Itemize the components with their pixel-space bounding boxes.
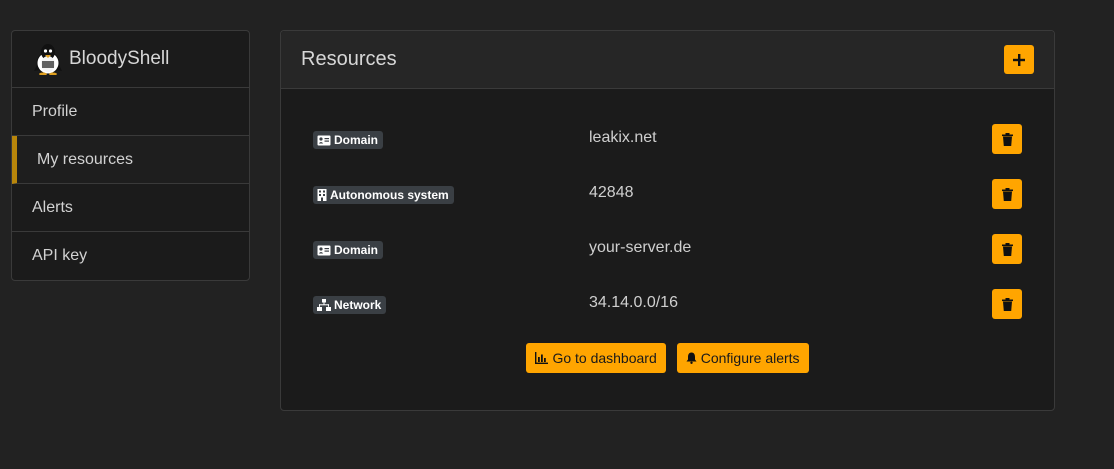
building-icon [317,189,327,201]
resource-row: Domain your-server.de [281,229,1054,269]
sidebar-item-api-key[interactable]: API key [12,232,249,280]
trash-icon [1001,187,1013,201]
trash-icon [1001,242,1013,256]
id-card-icon [317,245,331,255]
configure-alerts-button[interactable]: Configure alerts [676,343,809,373]
sidebar: BloodyShell Profile My resources Alerts … [11,30,250,281]
page-title: Resources [301,48,397,70]
resource-row: Network 34.14.0.0/16 [281,284,1054,324]
resources-card: Resources Domain leakix.net Autonomous s… [280,30,1055,411]
delete-resource-button[interactable] [992,179,1022,209]
go-to-dashboard-label: Go to dashboard [552,350,657,366]
id-card-icon [317,135,331,145]
resource-row: Domain leakix.net [281,119,1054,159]
resource-actions: Go to dashboard Configure alerts [281,343,1054,373]
configure-alerts-label: Configure alerts [700,350,800,366]
resource-type-label: Autonomous system [330,188,449,202]
add-resource-button[interactable] [1004,45,1034,74]
profile-header: BloodyShell [12,31,249,88]
resource-row: Autonomous system 42848 [281,174,1054,214]
resource-type-label: Network [334,298,382,312]
sidebar-item-my-resources[interactable]: My resources [12,136,249,184]
resource-type-label: Domain [334,243,379,257]
resources-header: Resources [281,31,1054,89]
resource-value: 42848 [589,184,634,201]
username: BloodyShell [69,48,170,69]
trash-icon [1001,132,1013,146]
resource-value: 34.14.0.0/16 [589,294,678,311]
resource-value: leakix.net [589,129,657,146]
resource-value: your-server.de [589,239,692,256]
resource-type-badge: Domain [313,241,384,259]
resource-type-badge: Autonomous system [313,186,454,204]
resource-type-label: Domain [334,133,379,147]
resource-type-badge: Network [313,296,387,314]
delete-resource-button[interactable] [992,234,1022,264]
sidebar-item-alerts[interactable]: Alerts [12,184,249,232]
avatar [33,43,63,75]
network-icon [317,299,331,311]
delete-resource-button[interactable] [992,289,1022,319]
trash-icon [1001,297,1013,311]
go-to-dashboard-button[interactable]: Go to dashboard [526,343,666,373]
chart-icon [535,352,549,364]
sidebar-item-profile[interactable]: Profile [12,88,249,136]
plus-icon [1013,53,1025,66]
delete-resource-button[interactable] [992,124,1022,154]
resource-type-badge: Domain [313,131,384,149]
bell-icon [686,352,697,364]
